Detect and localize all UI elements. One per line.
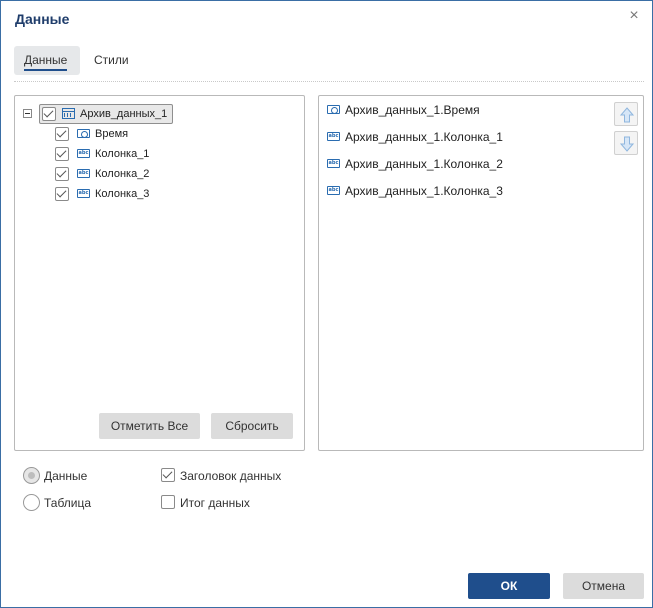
tab-styles[interactable]: Стили xyxy=(84,46,138,75)
move-up-button[interactable] xyxy=(614,102,638,126)
tree-item-checkbox[interactable] xyxy=(55,167,69,181)
list-item[interactable]: abc Архив_данных_1.Колонка_3 xyxy=(327,181,607,201)
data-header-label: Заголовок данных xyxy=(180,469,282,483)
tree-item-label: Время xyxy=(95,128,129,140)
tab-divider xyxy=(14,81,644,82)
tab-data-label: Данные xyxy=(24,53,68,71)
tree-item-checkbox[interactable] xyxy=(55,127,69,141)
list-item-label: Архив_данных_1.Колонка_3 xyxy=(345,184,503,198)
abc-icon: abc xyxy=(77,189,90,198)
tree-item-column3[interactable]: abc Колонка_3 xyxy=(55,184,255,204)
mode-table-radio[interactable] xyxy=(23,494,40,511)
move-down-button[interactable] xyxy=(614,131,638,155)
mode-data-label: Данные xyxy=(44,469,88,483)
abc-icon: abc xyxy=(327,159,340,168)
clock-icon xyxy=(77,129,90,138)
cancel-button[interactable]: Отмена xyxy=(563,573,644,599)
abc-icon: abc xyxy=(77,149,90,158)
list-item[interactable]: abc Архив_данных_1.Колонка_2 xyxy=(327,154,607,174)
tree-item-column1[interactable]: abc Колонка_1 xyxy=(55,144,255,164)
abc-icon: abc xyxy=(77,169,90,178)
tree-item-label: Колонка_1 xyxy=(95,148,150,160)
reset-button[interactable]: Сбросить xyxy=(211,413,293,439)
list-item[interactable]: Архив_данных_1.Время xyxy=(327,100,607,120)
collapse-icon[interactable] xyxy=(23,109,32,118)
select-all-button[interactable]: Отметить Все xyxy=(99,413,200,439)
tree-item-time[interactable]: Время xyxy=(55,124,255,144)
fields-tree-panel: Архив_данных_1 Время abc Колонка_1 abc К… xyxy=(14,95,305,451)
tree-item-checkbox[interactable] xyxy=(55,187,69,201)
ok-button[interactable]: ОК xyxy=(468,573,550,599)
tree-root-checkbox[interactable] xyxy=(42,107,56,121)
tree-item-label: Колонка_3 xyxy=(95,188,150,200)
tree-root-label: Архив_данных_1 xyxy=(80,108,168,120)
abc-icon: abc xyxy=(327,186,340,195)
list-item-label: Архив_данных_1.Время xyxy=(345,103,480,117)
mode-table-label: Таблица xyxy=(44,496,92,510)
tab-data[interactable]: Данные xyxy=(14,46,80,75)
arrow-up-icon xyxy=(620,107,634,123)
tab-styles-label: Стили xyxy=(94,53,129,67)
data-header-checkbox[interactable] xyxy=(161,468,175,482)
selected-fields-panel: Архив_данных_1.Время abc Архив_данных_1.… xyxy=(318,95,644,451)
dialog-title: Данные xyxy=(15,11,70,27)
tree-item-checkbox[interactable] xyxy=(55,147,69,161)
list-item-label: Архив_данных_1.Колонка_2 xyxy=(345,157,503,171)
mode-data-radio[interactable] xyxy=(23,467,40,484)
close-icon[interactable]: × xyxy=(626,7,642,25)
tree-root-row[interactable]: Архив_данных_1 xyxy=(23,104,193,124)
table-icon xyxy=(62,108,75,119)
data-total-checkbox[interactable] xyxy=(161,495,175,509)
list-item-label: Архив_данных_1.Колонка_1 xyxy=(345,130,503,144)
abc-icon: abc xyxy=(327,132,340,141)
data-dialog: Данные × Данные Стили Архив_данных_1 Вре… xyxy=(0,0,653,608)
tree-item-label: Колонка_2 xyxy=(95,168,150,180)
data-total-label: Итог данных xyxy=(180,496,250,510)
list-item[interactable]: abc Архив_данных_1.Колонка_1 xyxy=(327,127,607,147)
clock-icon xyxy=(327,105,340,114)
tree-item-column2[interactable]: abc Колонка_2 xyxy=(55,164,255,184)
arrow-down-icon xyxy=(620,136,634,152)
